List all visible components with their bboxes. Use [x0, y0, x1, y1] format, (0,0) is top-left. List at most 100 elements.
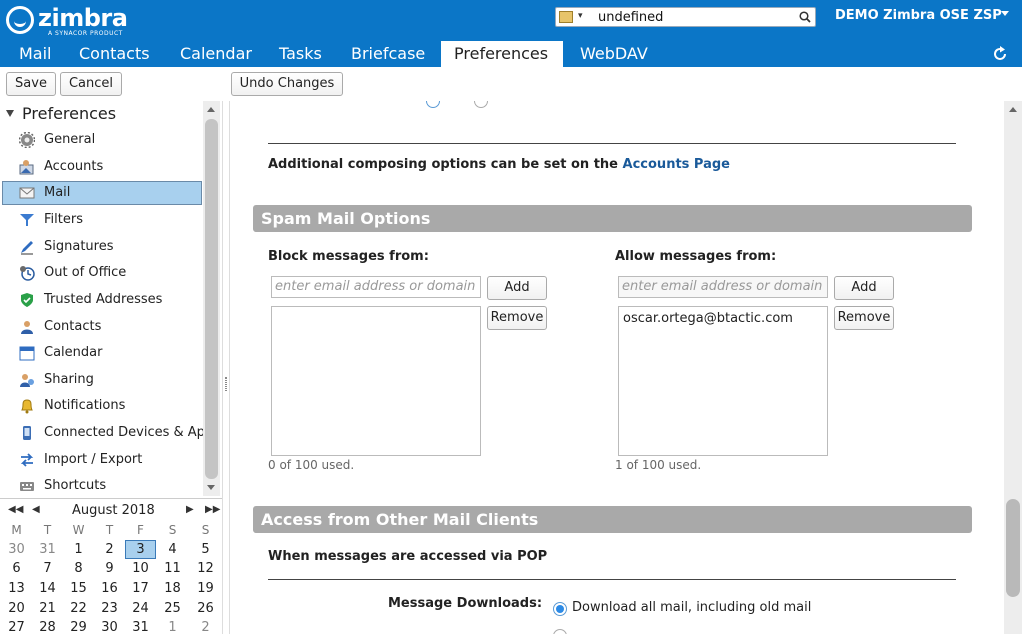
- preferences-toolbar: Save Cancel Undo Changes: [0, 67, 1022, 101]
- prev-year-icon[interactable]: ◀◀: [8, 504, 23, 515]
- calendar-day[interactable]: 30: [94, 618, 125, 634]
- calendar-day[interactable]: 5: [190, 540, 221, 559]
- sidebar-item-general[interactable]: General: [2, 128, 202, 152]
- tab-briefcase[interactable]: Briefcase: [342, 41, 434, 67]
- calendar-day[interactable]: 16: [94, 579, 125, 598]
- sidebar-item-notifications[interactable]: Notifications: [2, 394, 202, 418]
- calendar-day[interactable]: 2: [94, 540, 125, 559]
- partial-radio[interactable]: [426, 101, 440, 108]
- calendar-day[interactable]: 30: [1, 540, 32, 559]
- sidebar-item-connected-devices[interactable]: Connected Devices & Apps: [2, 421, 220, 445]
- calendar-day[interactable]: 18: [157, 579, 188, 598]
- calendar-day[interactable]: 1: [157, 618, 188, 634]
- download-since-radio[interactable]: [553, 629, 567, 634]
- calendar-day[interactable]: 11: [157, 559, 188, 578]
- calendar-day[interactable]: 8: [63, 559, 94, 578]
- allow-email-input[interactable]: enter email address or domain: [618, 276, 828, 298]
- calendar-day[interactable]: 24: [125, 599, 156, 618]
- scroll-up-arrow-icon[interactable]: [1009, 107, 1017, 112]
- next-month-icon[interactable]: ▶: [186, 504, 194, 515]
- sidebar-item-trusted-addresses[interactable]: Trusted Addresses: [2, 288, 202, 312]
- calendar-day[interactable]: 31: [125, 618, 156, 634]
- calendar-day[interactable]: 31: [32, 540, 63, 559]
- calendar-day[interactable]: 19: [190, 579, 221, 598]
- block-add-button[interactable]: Add: [487, 276, 547, 300]
- user-menu[interactable]: DEMO Zimbra OSE ZSP: [835, 8, 1002, 23]
- bell-icon: [21, 399, 33, 414]
- sidebar-item-sharing[interactable]: Sharing: [2, 368, 202, 392]
- refresh-icon[interactable]: [992, 46, 1008, 62]
- calendar-day[interactable]: 29: [63, 618, 94, 634]
- tab-preferences[interactable]: Preferences: [441, 41, 563, 67]
- calendar-day[interactable]: 10: [125, 559, 156, 578]
- sidebar-item-import-export[interactable]: Import / Export: [2, 448, 202, 472]
- download-all-radio[interactable]: [553, 602, 567, 616]
- calendar-day[interactable]: 4: [157, 540, 188, 559]
- allow-add-button[interactable]: Add: [834, 276, 894, 300]
- partial-radio[interactable]: [474, 101, 488, 108]
- calendar-day[interactable]: 12: [190, 559, 221, 578]
- preferences-tree-header[interactable]: Preferences: [6, 104, 116, 123]
- sidebar-item-signatures[interactable]: Signatures: [2, 235, 202, 259]
- content-scrollbar[interactable]: [1004, 101, 1022, 634]
- calendar-day[interactable]: 22: [63, 599, 94, 618]
- tab-webdav[interactable]: WebDAV: [571, 41, 657, 67]
- calendar-day[interactable]: 28: [32, 618, 63, 634]
- block-email-input[interactable]: enter email address or domain: [271, 276, 481, 298]
- calendar-day[interactable]: 26: [190, 599, 221, 618]
- pane-splitter[interactable]: [222, 101, 230, 634]
- tab-mail[interactable]: Mail: [10, 41, 61, 67]
- block-list[interactable]: [271, 306, 481, 456]
- sidebar-item-mail[interactable]: Mail: [2, 181, 202, 205]
- calendar-day[interactable]: 2: [190, 618, 221, 634]
- sidebar-scroll-thumb[interactable]: [205, 119, 218, 479]
- calendar-day-today[interactable]: 3: [125, 540, 156, 559]
- block-remove-button[interactable]: Remove: [487, 306, 547, 330]
- sidebar-item-filters[interactable]: Filters: [2, 208, 202, 232]
- sidebar-scrollbar[interactable]: [203, 101, 220, 496]
- calendar-day[interactable]: 13: [1, 579, 32, 598]
- calendar-day[interactable]: 25: [157, 599, 188, 618]
- calendar-day[interactable]: 6: [1, 559, 32, 578]
- sidebar-item-calendar[interactable]: Calendar: [2, 341, 202, 365]
- allow-remove-button[interactable]: Remove: [834, 306, 894, 330]
- scroll-down-arrow-icon[interactable]: [207, 485, 215, 490]
- mini-calendar-month[interactable]: August 2018: [72, 503, 155, 518]
- collapse-triangle-icon[interactable]: [6, 110, 14, 117]
- save-button[interactable]: Save: [6, 72, 56, 96]
- calendar-day[interactable]: 14: [32, 579, 63, 598]
- calendar-day[interactable]: 15: [63, 579, 94, 598]
- splitter-grip-icon[interactable]: [225, 377, 227, 391]
- calendar-day[interactable]: 1: [63, 540, 94, 559]
- zimbra-logo[interactable]: zimbra A SYNACOR PRODUCT: [6, 4, 128, 37]
- calendar-day[interactable]: 17: [125, 579, 156, 598]
- next-year-icon[interactable]: ▶▶: [205, 504, 220, 515]
- tab-tasks[interactable]: Tasks: [270, 41, 331, 67]
- sidebar-item-shortcuts[interactable]: Shortcuts: [2, 474, 202, 498]
- search-type-icon[interactable]: [559, 11, 573, 23]
- sidebar-item-out-of-office[interactable]: Out of Office: [2, 261, 202, 285]
- search-type-dropdown-icon[interactable]: ▾: [578, 11, 583, 21]
- tab-calendar[interactable]: Calendar: [171, 41, 261, 67]
- sidebar-item-contacts[interactable]: Contacts: [2, 315, 202, 339]
- search-icon[interactable]: [799, 11, 811, 23]
- cancel-button[interactable]: Cancel: [60, 72, 122, 96]
- calendar-day[interactable]: 9: [94, 559, 125, 578]
- tab-contacts[interactable]: Contacts: [70, 41, 159, 67]
- accounts-page-link[interactable]: Accounts Page: [623, 157, 730, 172]
- calendar-day[interactable]: 20: [1, 599, 32, 618]
- sidebar-item-accounts[interactable]: Accounts: [2, 155, 202, 179]
- calendar-day[interactable]: 27: [1, 618, 32, 634]
- scroll-up-arrow-icon[interactable]: [207, 107, 215, 112]
- calendar-day[interactable]: 7: [32, 559, 63, 578]
- search-input[interactable]: undefined: [598, 10, 663, 25]
- user-menu-chevron-down-icon[interactable]: [1001, 11, 1009, 16]
- search-bar[interactable]: ▾ undefined: [555, 7, 816, 27]
- calendar-day[interactable]: 21: [32, 599, 63, 618]
- prev-month-icon[interactable]: ◀: [32, 504, 40, 515]
- calendar-day[interactable]: 23: [94, 599, 125, 618]
- content-scroll-thumb[interactable]: [1006, 499, 1020, 597]
- allow-list[interactable]: oscar.ortega@btactic.com: [618, 306, 828, 456]
- undo-changes-button[interactable]: Undo Changes: [231, 72, 343, 96]
- list-item[interactable]: oscar.ortega@btactic.com: [623, 311, 793, 326]
